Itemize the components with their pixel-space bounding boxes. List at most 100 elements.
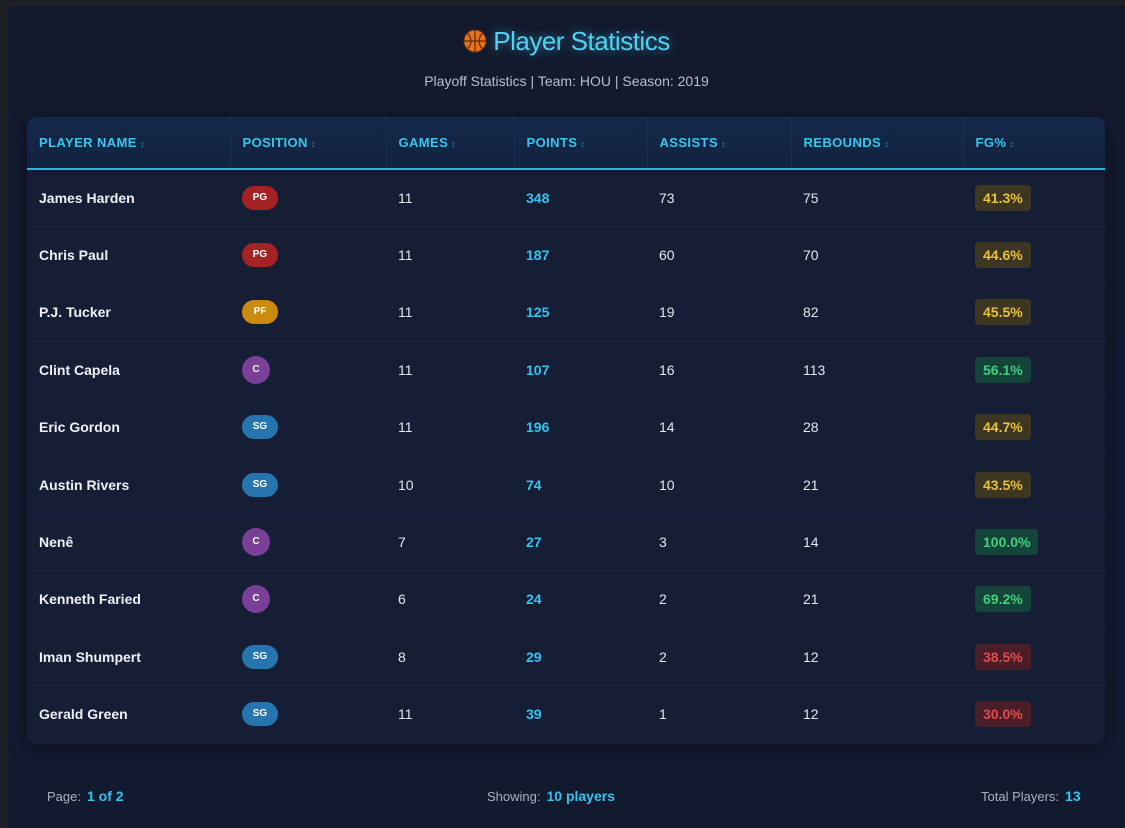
assists-cell: 3: [659, 534, 667, 551]
games-cell: 11: [398, 304, 413, 321]
player-name-cell: Kenneth Faried: [39, 591, 141, 608]
rebounds-cell: 28: [803, 419, 819, 436]
column-header-label: ASSISTS: [659, 135, 718, 150]
table-row[interactable]: P.J. Tucker PF 11 125 19 82 45.5%: [27, 284, 1105, 342]
rebounds-cell: 113: [803, 361, 826, 378]
page-label: Page:: [47, 789, 81, 804]
position-badge: SG: [242, 702, 278, 727]
games-cell: 11: [398, 706, 413, 723]
table-row[interactable]: Iman Shumpert SG 8 29 2 12 38.5%: [27, 628, 1105, 686]
column-header-rebounds[interactable]: REBOUNDS ↕: [791, 117, 964, 170]
sort-icon[interactable]: ↕: [721, 139, 726, 149]
pagination-info: Page: 1 of 2: [47, 788, 124, 804]
page-value[interactable]: 1 of 2: [87, 788, 124, 804]
rebounds-cell: 14: [803, 534, 819, 551]
column-header-name[interactable]: PLAYER NAME ↕: [27, 117, 231, 170]
sort-icon[interactable]: ↕: [311, 139, 316, 149]
app-window: Player Statistics Playoff Statistics | T…: [8, 6, 1125, 828]
table-row[interactable]: James Harden PG 11 348 73 75 41.3%: [27, 169, 1105, 227]
showing-value: 10 players: [546, 788, 615, 804]
position-cell: PF: [230, 284, 386, 341]
fg-percent-badge: 30.0%: [975, 701, 1031, 728]
column-header-fg[interactable]: FG% ↕: [963, 117, 1105, 170]
rebounds-cell: 12: [803, 648, 819, 665]
fg-percent-badge: 56.1%: [975, 356, 1031, 383]
column-header-games[interactable]: GAMES ↕: [386, 117, 515, 170]
position-cell: C: [230, 571, 386, 628]
table-row[interactable]: Austin Rivers SG 10 74 10 21 43.5%: [27, 456, 1105, 514]
player-name-cell: Iman Shumpert: [39, 648, 141, 665]
position-badge: PG: [242, 243, 278, 268]
fg-percent-cell: 100.0%: [963, 513, 1105, 570]
fg-percent-badge: 44.6%: [975, 242, 1031, 269]
sort-icon[interactable]: ↕: [884, 139, 889, 149]
points-cell: 27: [526, 534, 542, 551]
fg-percent-cell: 56.1%: [963, 341, 1105, 398]
column-header-points[interactable]: POINTS ↕: [514, 117, 648, 170]
table-row[interactable]: Gerald Green SG 11 39 1 12 30.0%: [27, 686, 1105, 743]
fg-percent-cell: 43.5%: [963, 456, 1105, 513]
fg-percent-badge: 43.5%: [975, 471, 1031, 498]
column-header-assists[interactable]: ASSISTS ↕: [647, 117, 792, 170]
table-row[interactable]: Nenê C 7 27 3 14 100.0%: [27, 513, 1105, 571]
assists-cell: 2: [659, 648, 667, 665]
points-cell: 29: [526, 648, 542, 665]
fg-percent-badge: 45.5%: [975, 299, 1031, 326]
showing-info: Showing: 10 players: [487, 788, 615, 804]
player-name-cell: Clint Capela: [39, 361, 120, 378]
player-name-cell: Austin Rivers: [39, 476, 130, 493]
games-cell: 11: [398, 247, 413, 264]
sort-icon[interactable]: ↕: [580, 139, 585, 149]
table-row[interactable]: Eric Gordon SG 11 196 14 28 44.7%: [27, 399, 1105, 456]
games-cell: 8: [398, 648, 406, 665]
position-cell: SG: [230, 686, 386, 743]
player-name-cell: Chris Paul: [39, 247, 109, 264]
games-cell: 11: [398, 419, 413, 436]
assists-cell: 2: [659, 591, 667, 608]
player-name-cell: P.J. Tucker: [39, 304, 111, 321]
table-row[interactable]: Kenneth Faried C 6 24 2 21 69.2%: [27, 571, 1105, 629]
position-badge: C: [242, 585, 270, 614]
games-cell: 11: [398, 361, 413, 378]
assists-cell: 19: [659, 304, 675, 321]
points-cell: 39: [526, 706, 542, 723]
position-badge: C: [242, 355, 270, 384]
position-cell: PG: [230, 169, 386, 226]
sort-icon[interactable]: ↕: [451, 139, 456, 149]
points-cell: 187: [526, 247, 550, 264]
table-row[interactable]: Chris Paul PG 11 187 60 70 44.6%: [27, 226, 1105, 284]
page-title: Player Statistics: [8, 26, 1125, 57]
assists-cell: 60: [659, 247, 675, 264]
fg-percent-badge: 41.3%: [975, 184, 1031, 211]
table-row[interactable]: Clint Capela C 11 107 16 113 56.1%: [27, 341, 1105, 399]
rebounds-cell: 75: [803, 189, 819, 206]
fg-percent-cell: 41.3%: [963, 169, 1105, 226]
page-title-text: Player Statistics: [493, 26, 670, 56]
points-cell: 107: [526, 361, 550, 378]
rebounds-cell: 21: [803, 476, 819, 493]
games-cell: 10: [398, 476, 414, 493]
fg-percent-cell: 69.2%: [963, 571, 1105, 628]
total-players-label: Total Players:: [981, 789, 1060, 804]
fg-percent-badge: 38.5%: [975, 643, 1031, 670]
points-cell: 196: [526, 419, 550, 436]
points-cell: 125: [526, 304, 550, 321]
column-header-label: POSITION: [242, 135, 308, 150]
player-name-cell: James Harden: [39, 189, 135, 206]
points-cell: 74: [526, 476, 542, 493]
sort-icon[interactable]: ↕: [140, 139, 145, 149]
fg-percent-badge: 44.7%: [975, 414, 1031, 441]
fg-percent-badge: 100.0%: [975, 529, 1039, 556]
sort-icon[interactable]: ↕: [1009, 139, 1014, 149]
position-cell: PG: [230, 226, 386, 283]
column-header-label: REBOUNDS: [803, 135, 882, 150]
column-header-position[interactable]: POSITION ↕: [230, 117, 387, 170]
games-cell: 11: [398, 189, 413, 206]
column-header-label: GAMES: [398, 135, 449, 150]
position-cell: SG: [230, 399, 386, 456]
position-badge: SG: [242, 644, 278, 669]
position-badge: PF: [242, 300, 278, 325]
player-name-cell: Nenê: [39, 534, 74, 551]
rebounds-cell: 21: [803, 591, 819, 608]
fg-percent-cell: 30.0%: [963, 686, 1105, 743]
